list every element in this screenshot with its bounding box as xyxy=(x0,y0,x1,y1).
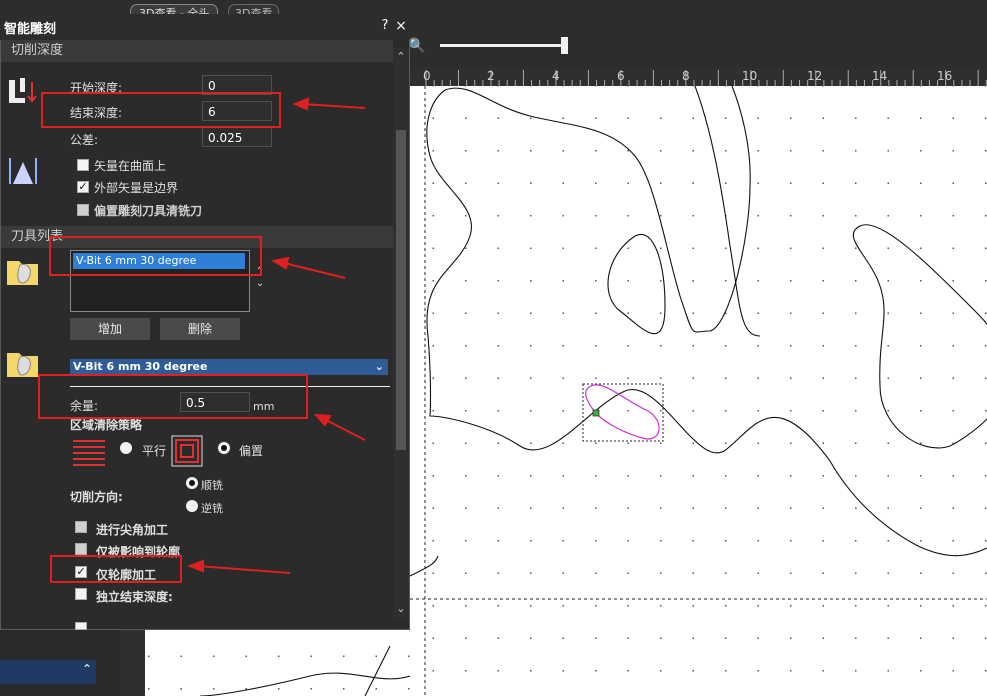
ruler-ticks xyxy=(425,70,987,86)
ruler-label: 6 xyxy=(617,69,625,83)
ruler-label: 8 xyxy=(682,69,690,83)
vector-shape[interactable] xyxy=(852,224,987,449)
zoom-icon[interactable]: 🔍 xyxy=(408,38,425,54)
horizontal-ruler: 0 2 4 6 8 10 12 14 16 xyxy=(410,68,987,87)
ruler-label: 16 xyxy=(937,69,953,83)
node-handle[interactable] xyxy=(592,409,600,417)
ruler-label: 10 xyxy=(742,69,758,83)
vector-shape[interactable] xyxy=(426,89,987,557)
ruler-label: 4 xyxy=(552,69,560,83)
ruler-label: 14 xyxy=(872,69,888,83)
ruler-label: 0 xyxy=(423,69,431,83)
ruler-label: 12 xyxy=(807,69,823,83)
zoom-slider-track[interactable] xyxy=(440,44,562,47)
vector-shape[interactable] xyxy=(364,645,391,696)
ruler-label: 2 xyxy=(487,69,495,83)
vector-shape[interactable] xyxy=(444,86,751,333)
vector-shape[interactable] xyxy=(199,672,411,696)
vector-shape[interactable] xyxy=(409,555,439,577)
chevron-up-icon[interactable]: ⌃ xyxy=(82,662,92,676)
vector-shape[interactable] xyxy=(694,86,761,337)
vector-shape[interactable] xyxy=(607,233,666,335)
zoom-slider-thumb[interactable] xyxy=(561,37,568,54)
vertical-ruler xyxy=(120,630,145,696)
annotation-arrows xyxy=(187,97,366,574)
